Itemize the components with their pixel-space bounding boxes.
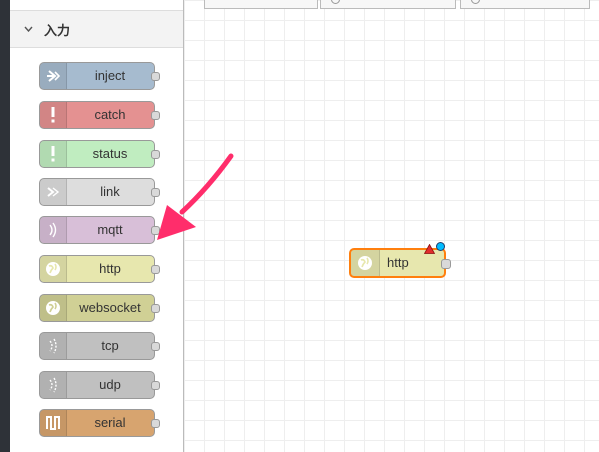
flow-node-label: http	[387, 255, 409, 270]
output-port	[151, 381, 160, 390]
output-port	[151, 111, 160, 120]
warning-triangle-icon	[423, 241, 436, 259]
bridge-icon	[40, 333, 67, 359]
flow-tab-bar	[184, 0, 599, 10]
changed-dot-icon	[436, 242, 445, 251]
globe-icon	[40, 295, 67, 321]
palette-node-link[interactable]: link	[39, 178, 160, 206]
serial-icon	[40, 410, 67, 436]
output-port	[151, 188, 160, 197]
flow-tab[interactable]	[460, 0, 590, 9]
palette-node-status[interactable]: status	[39, 140, 160, 168]
output-port	[151, 304, 160, 313]
palette-node-serial[interactable]: serial	[39, 409, 160, 437]
bridge-icon	[40, 217, 67, 243]
palette-node-tcp[interactable]: tcp	[39, 332, 160, 360]
inject-arrow-icon	[40, 63, 67, 89]
output-port[interactable]	[441, 259, 451, 269]
node-label: link	[100, 184, 120, 199]
output-port	[151, 72, 160, 81]
palette-node-websocket[interactable]: websocket	[39, 294, 160, 322]
palette-node-catch[interactable]: catch	[39, 101, 160, 129]
flow-tab[interactable]	[204, 0, 318, 9]
node-label: serial	[94, 415, 126, 430]
node-label: inject	[94, 68, 126, 83]
exclamation-icon	[40, 102, 67, 128]
node-palette: 入力 inject catch status link mqtt http we…	[10, 0, 184, 452]
node-label: status	[92, 146, 128, 161]
window-edge	[0, 0, 10, 452]
flow-workspace[interactable]	[184, 0, 599, 452]
palette-node-http[interactable]: http	[39, 255, 160, 283]
output-port	[151, 150, 160, 159]
palette-node-udp[interactable]: udp	[39, 371, 160, 399]
flow-tab[interactable]	[320, 0, 456, 9]
bridge-icon	[40, 372, 67, 398]
category-header-input[interactable]: 入力	[10, 11, 183, 48]
node-label: websocket	[79, 300, 141, 315]
node-label: http	[99, 261, 121, 276]
palette-top-cut	[10, 0, 183, 11]
link-icon	[40, 179, 67, 205]
globe-icon	[40, 256, 67, 282]
category-label: 入力	[44, 22, 71, 38]
palette-node-inject[interactable]: inject	[39, 62, 160, 90]
output-port	[151, 342, 160, 351]
node-label: udp	[99, 377, 121, 392]
palette-node-mqtt[interactable]: mqtt	[39, 216, 160, 244]
chevron-down-icon	[24, 23, 36, 35]
output-port	[151, 265, 160, 274]
output-port	[151, 226, 160, 235]
exclamation-icon	[40, 141, 67, 167]
tab-status-icon	[471, 0, 480, 4]
tab-status-icon	[331, 0, 340, 4]
globe-icon	[351, 250, 380, 276]
output-port	[151, 419, 160, 428]
node-label: tcp	[101, 338, 119, 353]
node-label: catch	[94, 107, 126, 122]
node-label: mqtt	[97, 222, 123, 237]
